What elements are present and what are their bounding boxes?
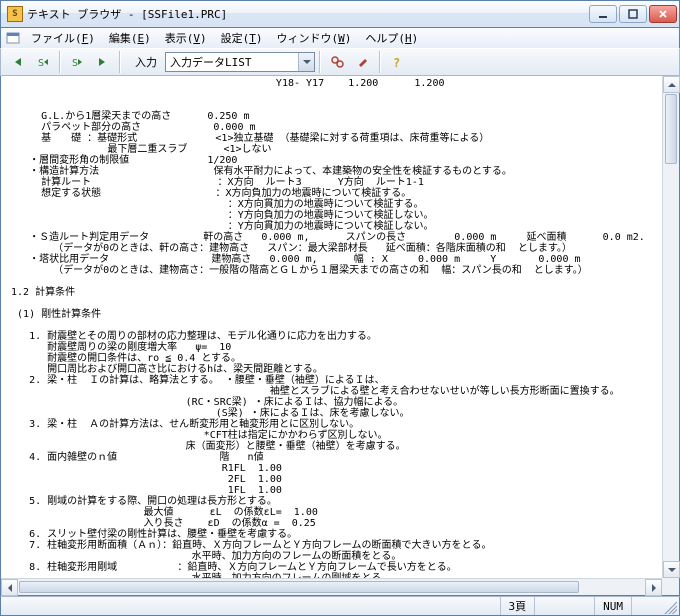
menu-file[interactable]: ファイル(F) [25,28,101,48]
scroll-left-button[interactable] [1,579,18,596]
scroll-right-button[interactable] [645,579,662,596]
settings-button[interactable] [351,51,375,73]
menu-view[interactable]: 表示(V) [159,28,213,48]
menu-settings[interactable]: 設定(T) [215,28,269,48]
menu-help[interactable]: ヘルプ(H) [359,28,424,48]
menu-edit[interactable]: 編集(E) [103,28,157,48]
scrollbar-horizontal[interactable] [1,578,662,595]
document-body: Y18- Y17 1.200 1.200 G.L.から1層梁天までの高さ 0.2… [1,76,662,578]
status-numlock: NUM [594,597,631,615]
svg-text:S: S [38,58,44,69]
toolbar: S S 入力 入力データLIST ? [0,48,680,76]
status-bar: 3頁 NUM [0,596,680,616]
scroll-thumb-horizontal[interactable] [19,581,579,593]
minimize-button[interactable] [589,5,617,23]
scroll-thumb-vertical[interactable] [665,94,677,164]
nav-last-button[interactable] [91,51,115,73]
status-empty-1 [534,597,594,615]
title-bar: S テキスト ブラウザ - [SSFile1.PRC] [0,0,680,28]
menu-bar: ファイル(F) 編集(E) 表示(V) 設定(T) ウィンドウ(W) ヘルプ(H… [0,28,680,48]
nav-next-button[interactable]: S [65,51,89,73]
scroll-up-button[interactable] [663,76,680,93]
client-area: Y18- Y17 1.200 1.200 G.L.から1層梁天までの高さ 0.2… [0,76,680,596]
scroll-corner [662,578,679,595]
scroll-down-button[interactable] [663,561,680,578]
data-selector-value: 入力データLIST [166,54,298,70]
find-button[interactable] [325,51,349,73]
close-button[interactable] [649,5,677,23]
status-page: 3頁 [500,597,535,615]
status-empty-2 [631,597,661,615]
resize-grip-icon[interactable] [661,598,677,614]
app-icon: S [7,6,23,22]
help-button[interactable]: ? [385,51,409,73]
nav-first-button[interactable] [5,51,29,73]
toolbar-label: 入力 [125,54,163,70]
data-selector-dropdown[interactable]: 入力データLIST [165,52,315,72]
maximize-button[interactable] [619,5,647,23]
window-title: テキスト ブラウザ - [SSFile1.PRC] [27,6,589,22]
system-menu-icon[interactable] [5,30,21,46]
menu-window[interactable]: ウィンドウ(W) [271,28,358,48]
svg-text:S: S [72,58,78,69]
nav-prev-button[interactable]: S [31,51,55,73]
chevron-down-icon [298,53,314,71]
scrollbar-vertical[interactable] [662,76,679,578]
text-viewport[interactable]: Y18- Y17 1.200 1.200 G.L.から1層梁天までの高さ 0.2… [1,76,662,578]
svg-text:?: ? [393,56,400,69]
